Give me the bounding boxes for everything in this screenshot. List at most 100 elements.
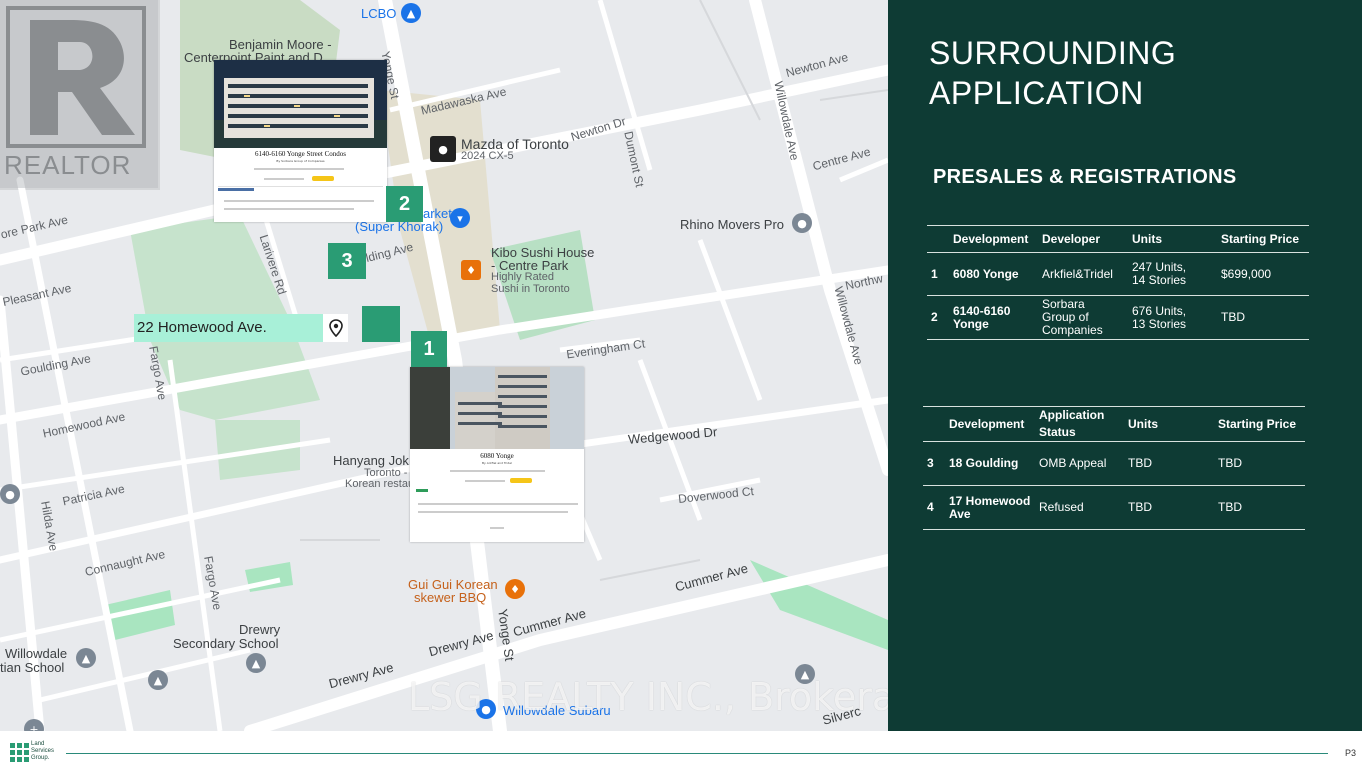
poi-willowdale-1: Willowdale bbox=[5, 646, 68, 661]
row-status: Refused bbox=[1039, 500, 1084, 514]
row-units: TBD bbox=[1128, 456, 1152, 470]
row-number: 1 bbox=[931, 266, 938, 281]
poi-lcbo-label: LCBO bbox=[361, 6, 397, 21]
footer-divider bbox=[66, 753, 1328, 754]
presales-table: Development Developer Units Starting Pri… bbox=[927, 225, 1309, 340]
row-price: $699,000 bbox=[1221, 266, 1272, 281]
table-row: 1 6080 Yonge Arkfiel&Tridel 247 Units, 1… bbox=[927, 253, 1309, 296]
logo-line-2: Services bbox=[31, 748, 55, 754]
register-button[interactable] bbox=[510, 478, 532, 483]
row-units: 247 Units, 14 Stories bbox=[1132, 260, 1187, 287]
building-photo bbox=[214, 60, 387, 148]
card-details-3 bbox=[490, 527, 504, 529]
marker-3[interactable]: 3 bbox=[328, 243, 366, 279]
card-details bbox=[418, 503, 578, 505]
restaurant-icon-2[interactable]: ♦ bbox=[505, 579, 525, 599]
row-development: 6140-6160 Yonge bbox=[953, 303, 1011, 331]
card-details bbox=[224, 200, 374, 202]
restaurant-icon[interactable]: ♦ bbox=[461, 260, 481, 280]
subject-address: 22 Homewood Ave. bbox=[134, 314, 323, 342]
marker-1[interactable]: 1 bbox=[411, 331, 447, 367]
row-number: 2 bbox=[931, 310, 938, 324]
row-status: OMB Appeal bbox=[1039, 456, 1107, 470]
row-number: 4 bbox=[927, 500, 934, 514]
map[interactable]: REALTOR Yonge St Madawaska Ave Newton Dr… bbox=[0, 0, 888, 731]
poi-hanyang-3: Korean restau bbox=[345, 478, 415, 490]
poi-willowdale-2: tian School bbox=[0, 660, 65, 675]
page-title: SURROUNDING APPLICATION bbox=[929, 33, 1176, 113]
poi-gugui-2: skewer BBQ bbox=[414, 590, 487, 605]
poi-kibo-3: Highly Rated bbox=[491, 271, 554, 283]
shopping-bag-icon[interactable]: ▲ bbox=[401, 3, 421, 23]
col-development: Development bbox=[949, 417, 1025, 431]
row-price: TBD bbox=[1218, 500, 1242, 514]
page-number: P3 bbox=[1344, 748, 1356, 758]
col-starting-price: Starting Price bbox=[1221, 232, 1300, 246]
card-title: 6080 Yonge bbox=[480, 452, 514, 460]
place-icon[interactable]: ● bbox=[0, 484, 20, 504]
card-subtitle: By Sorbara Group of Companies bbox=[276, 159, 325, 163]
col-development: Development bbox=[953, 232, 1029, 246]
row-units: TBD bbox=[1128, 500, 1152, 514]
card-tabs bbox=[254, 168, 344, 170]
card-badge bbox=[218, 188, 254, 191]
row-price: TBD bbox=[1218, 456, 1242, 470]
row-development: 17 Homewood Ave bbox=[949, 493, 1031, 521]
page-title-line-2: APPLICATION bbox=[929, 75, 1144, 111]
card-details-2 bbox=[224, 208, 354, 210]
card-actions bbox=[465, 480, 505, 482]
card-title: 6140-6160 Yonge Street Condos bbox=[254, 150, 346, 158]
card-tabs bbox=[450, 470, 545, 472]
row-development: 6080 Yonge bbox=[953, 266, 1019, 281]
card-actions bbox=[264, 178, 304, 180]
poi-drewry-school-2: Secondary School bbox=[173, 636, 279, 651]
poi-hanyang-1: Hanyang Jok bbox=[333, 453, 409, 468]
row-developer: Sorbara Group of Companies bbox=[1042, 297, 1103, 337]
school-icon-3[interactable]: ▲ bbox=[148, 670, 168, 690]
col-units: Units bbox=[1128, 417, 1158, 431]
building-photo bbox=[410, 367, 584, 449]
card-details-2 bbox=[418, 511, 568, 513]
listing-card-6140-6160[interactable]: 6140-6160 Yonge Street Condos By Sorbara… bbox=[214, 60, 387, 222]
grid-logo-icon bbox=[10, 743, 29, 762]
moving-company-icon[interactable]: ● bbox=[792, 213, 812, 233]
realtor-text: REALTOR bbox=[4, 150, 132, 180]
poi-mazda-sub: 2024 CX-5 bbox=[461, 150, 514, 162]
row-number: 3 bbox=[927, 456, 934, 470]
card-badge bbox=[416, 489, 428, 492]
car-dealer-icon[interactable]: ● bbox=[430, 136, 456, 162]
row-development: 18 Goulding bbox=[949, 456, 1019, 470]
card-divider bbox=[218, 186, 383, 187]
location-pin-icon[interactable] bbox=[323, 314, 348, 342]
marker-4[interactable] bbox=[362, 306, 400, 342]
col-starting-price: Starting Price bbox=[1218, 417, 1297, 431]
table-header-row: Development Developer Units Starting Pri… bbox=[927, 225, 1309, 253]
school-icon-2[interactable]: ▲ bbox=[76, 648, 96, 668]
table-row: 3 18 Goulding OMB Appeal TBD TBD bbox=[923, 442, 1305, 486]
section-subtitle: PRESALES & REGISTRATIONS bbox=[933, 166, 1237, 188]
col-application-status: Application Status bbox=[1039, 408, 1105, 439]
row-price: TBD bbox=[1221, 310, 1245, 324]
table-row: 4 17 Homewood Ave Refused TBD TBD bbox=[923, 486, 1305, 530]
info-panel: SURROUNDING APPLICATION PRESALES & REGIS… bbox=[888, 0, 1362, 731]
col-developer: Developer bbox=[1042, 232, 1101, 246]
school-icon[interactable]: ▲ bbox=[246, 653, 266, 673]
applications-table: Development Application Status Units Sta… bbox=[923, 406, 1305, 530]
table-row: 2 6140-6160 Yonge Sorbara Group of Compa… bbox=[927, 296, 1309, 340]
row-developer: Arkfiel&Tridel bbox=[1042, 266, 1113, 281]
page-title-line-1: SURROUNDING bbox=[929, 35, 1177, 71]
logo-line-1: Land bbox=[31, 741, 45, 747]
footer: Land Services Group. P3 bbox=[0, 731, 1362, 769]
marker-2[interactable]: 2 bbox=[386, 186, 423, 222]
register-button[interactable] bbox=[312, 176, 334, 181]
poi-rhino: Rhino Movers Pro bbox=[680, 217, 785, 232]
poi-kibo-4: Sushi in Toronto bbox=[491, 283, 570, 295]
poi-drewry-school-1: Drewry bbox=[239, 622, 281, 637]
logo-line-3: Group. bbox=[31, 755, 50, 761]
card-subtitle: By Arkfiel and Tridel bbox=[482, 461, 512, 465]
table-header-row: Development Application Status Units Sta… bbox=[923, 406, 1305, 442]
listing-card-6080[interactable]: 6080 Yonge By Arkfiel and Tridel bbox=[410, 367, 584, 542]
brokerage-watermark: LSG REALTY INC., Brokerage bbox=[408, 675, 888, 719]
cart-icon[interactable]: ▾ bbox=[450, 208, 470, 228]
row-units: 676 Units, 13 Stories bbox=[1132, 303, 1187, 331]
